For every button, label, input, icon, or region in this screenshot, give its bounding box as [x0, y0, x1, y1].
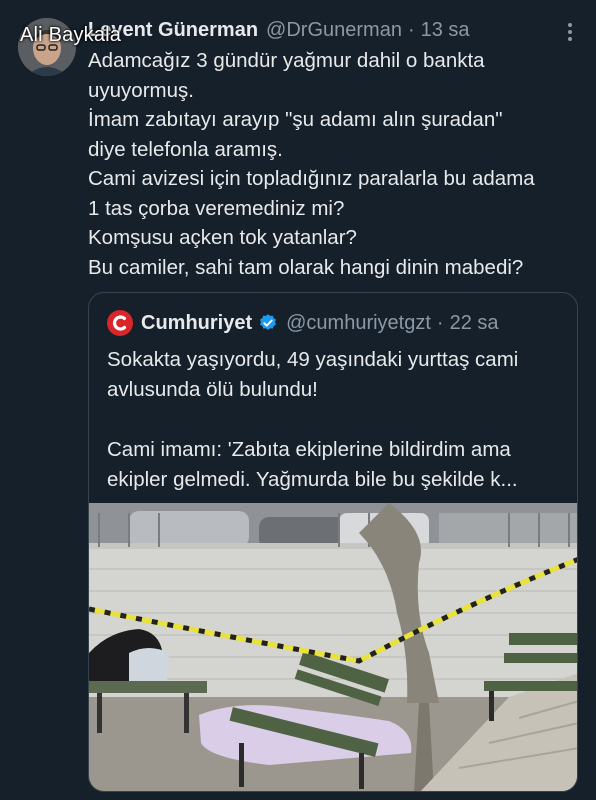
quoted-line: ekipler gelmedi. Yağmurda bile bu şekild… [107, 468, 518, 491]
news-photo-image [89, 503, 577, 791]
tweet-header: Levent Günerman @DrGunerman · 13 sa [88, 16, 556, 44]
header-separator: · [407, 18, 415, 41]
tweet-text: Adamcağız 3 gündür yağmur dahil o bankta… [88, 46, 588, 282]
quoted-author-name[interactable]: Cumhuriyet [141, 312, 252, 335]
tweet-line: 1 tas çorba veremediniz mi? [88, 196, 345, 220]
cumhuriyet-logo-icon [107, 310, 133, 336]
more-options-icon[interactable] [560, 20, 580, 44]
quoted-tweet-header: Cumhuriyet @cumhuriyetgzt · 22 sa [107, 309, 499, 337]
quoted-separator: · [436, 311, 444, 334]
watermark-text: Ali Baykala [20, 24, 122, 46]
quoted-tweet-text: Sokakta yaşıyordu, 49 yaşındaki yurttaş … [107, 345, 567, 495]
quoted-line: Sokakta yaşıyordu, 49 yaşındaki yurttaş … [107, 348, 519, 371]
author-handle[interactable]: @DrGunerman [266, 19, 402, 42]
tweet-line: uyuyormuş. [88, 78, 194, 102]
news-photo[interactable] [89, 503, 577, 791]
verified-badge-icon [260, 314, 277, 330]
tweet-time[interactable]: 13 sa [421, 19, 470, 42]
quoted-time[interactable]: 22 sa [450, 312, 499, 335]
tweet-line: Cami avizesi için topladığınız paralarla… [88, 167, 535, 190]
quoted-tweet[interactable]: Cumhuriyet @cumhuriyetgzt · 22 sa Sokakt… [88, 292, 578, 792]
tweet-line: Adamcağız 3 gündür yağmur dahil o bankta [88, 49, 485, 72]
quoted-line: avlusunda ölü bulundu! [107, 378, 318, 401]
tweet-line: Komşusu açken tok yatanlar? [88, 226, 357, 249]
tweet-line: Bu camiler, sahi tam olarak hangi dinin … [88, 255, 524, 279]
quoted-line: Cami imamı: 'Zabıta ekiplerine bildirdim… [107, 438, 511, 461]
tweet-line: İmam zabıtayı arayıp "şu adamı alın şura… [88, 108, 503, 131]
tweet-line: diye telefonla aramış. [88, 137, 283, 161]
quoted-author-handle[interactable]: @cumhuriyetgzt [286, 312, 431, 335]
